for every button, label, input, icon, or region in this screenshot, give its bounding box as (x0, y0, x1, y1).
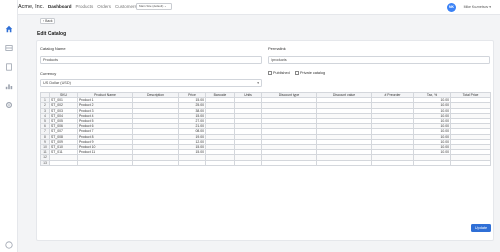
products-table: SKU Product Name Description Price Barcode Un… (40, 91, 491, 166)
table-cell[interactable] (132, 159, 179, 166)
checkbox-icon (268, 71, 272, 75)
chart-icon[interactable] (5, 82, 13, 90)
settings-icon[interactable] (5, 101, 13, 109)
nav-products[interactable]: Products (76, 4, 94, 9)
published-label: Published (273, 71, 290, 75)
update-button[interactable]: Update (471, 224, 491, 232)
table-cell[interactable] (234, 159, 262, 166)
table-cell[interactable] (316, 159, 372, 166)
published-checkbox[interactable]: Published (268, 71, 290, 75)
catalog-icon[interactable] (5, 44, 13, 52)
row-number: 13 (40, 159, 50, 166)
help-icon[interactable] (5, 241, 13, 249)
table-cell[interactable] (205, 159, 235, 166)
nav-orders[interactable]: Orders (97, 4, 111, 9)
table-cell[interactable] (77, 159, 133, 166)
private-catalog-label: Private catalog (300, 71, 326, 75)
site-switcher[interactable]: Main Site (default) ⌄ (136, 3, 172, 10)
table-cell[interactable] (261, 159, 317, 166)
permalink-label: Permalink (268, 46, 286, 51)
catalog-name-input[interactable]: Products (40, 56, 262, 64)
table-cell[interactable] (450, 159, 491, 166)
sidebar (0, 0, 18, 252)
main-nav: Dashboard Products Orders Customers (48, 4, 137, 9)
permalink-input[interactable]: /products (268, 56, 490, 64)
chevron-down-icon: ▾ (257, 81, 259, 85)
nav-customers[interactable]: Customers (115, 4, 137, 9)
avatar[interactable]: MK (447, 3, 456, 12)
currency-select[interactable]: US Dollar (USD) ▾ (40, 79, 262, 87)
table-cell[interactable] (49, 159, 78, 166)
page-title: Edit Catalog (37, 31, 67, 37)
home-icon[interactable] (5, 25, 13, 33)
catalog-name-label: Catalog Name (40, 46, 66, 51)
table-cell[interactable] (371, 159, 414, 166)
back-button[interactable]: ‹ Back (40, 18, 55, 24)
table-row: 13 (40, 159, 491, 166)
currency-select-value: US Dollar (USD) (43, 81, 71, 85)
edit-catalog-card: Catalog Name Products Permalink /product… (36, 40, 494, 241)
document-icon[interactable] (5, 63, 13, 71)
brand-name: Acme, Inc. (18, 4, 44, 10)
user-menu[interactable]: Mike Kuznetsov ▾ (464, 5, 491, 9)
table-cell[interactable] (413, 159, 451, 166)
table-cell[interactable] (178, 159, 206, 166)
private-catalog-checkbox[interactable]: Private catalog (295, 71, 325, 75)
nav-dashboard[interactable]: Dashboard (48, 4, 72, 9)
currency-label: Currency (40, 71, 57, 76)
checkbox-icon (295, 71, 299, 75)
